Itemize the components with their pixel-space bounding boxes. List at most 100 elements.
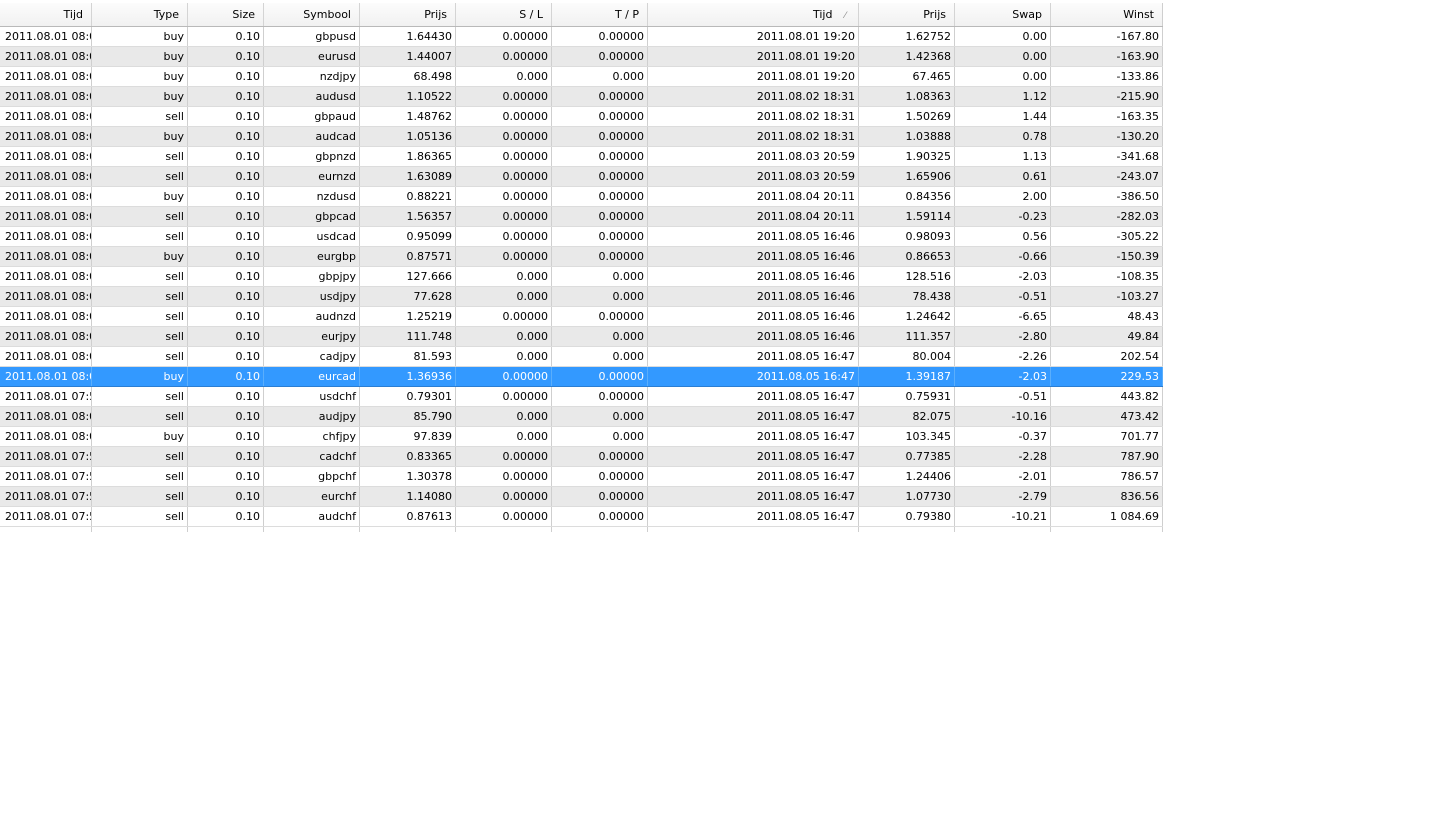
cell-profit: 1 084.69 [1051,507,1163,526]
column-header-take-profit[interactable]: T / P [552,3,648,26]
cell-close-price: 80.004 [859,347,955,366]
table-row[interactable]: 2011.08.01 08:04buy0.10eurgbp0.875710.00… [0,247,1163,267]
cell-size: 0.10 [188,67,264,86]
cell-stop-loss: 0.00000 [456,187,552,206]
table-row[interactable]: 2011.08.01 08:00buy0.10nzdusd0.882210.00… [0,187,1163,207]
cell-open-time: 2011.08.01 08:00 [0,187,92,206]
cell-close-price: 1.62752 [859,27,955,46]
table-row[interactable]: 2011.08.01 07:59sell0.10cadchf0.833650.0… [0,447,1163,467]
column-header-open-price[interactable]: Prijs [360,3,456,26]
table-row[interactable]: 2011.08.01 08:05buy0.10eurcad1.369360.00… [0,367,1163,387]
cell-take-profit: 0.00000 [552,167,648,186]
column-header-close-time[interactable]: Tijd ⁄ [648,3,859,26]
column-header-stop-loss[interactable]: S / L [456,3,552,26]
cell-symbol: eurnzd [264,167,360,186]
cell-open-price: 68.498 [360,67,456,86]
cell-open-time: 2011.08.01 08:00 [0,307,92,326]
table-cell [360,527,456,532]
cell-swap: 0.56 [955,227,1051,246]
column-header-open-time[interactable]: Tijd [0,3,92,26]
cell-stop-loss: 0.00000 [456,207,552,226]
cell-size: 0.10 [188,247,264,266]
column-header-symbol[interactable]: Symbool [264,3,360,26]
table-row[interactable]: 2011.08.01 08:01sell0.10usdjpy77.6280.00… [0,287,1163,307]
cell-symbol: audjpy [264,407,360,426]
table-header: Tijd Type Size Symbool Prijs S / L T / P… [0,3,1163,27]
cell-type: buy [92,367,188,386]
cell-close-price: 1.65906 [859,167,955,186]
table-cell [1051,527,1163,532]
table-row[interactable]: 2011.08.01 08:03buy0.10audusd1.105220.00… [0,87,1163,107]
cell-take-profit: 0.00000 [552,307,648,326]
cell-close-time: 2011.08.05 16:46 [648,287,859,306]
table-row[interactable]: 2011.08.01 07:59sell0.10usdchf0.793010.0… [0,387,1163,407]
table-row[interactable]: 2011.08.01 08:04buy0.10eurusd1.440070.00… [0,47,1163,67]
cell-profit: -163.35 [1051,107,1163,126]
cell-profit: -133.86 [1051,67,1163,86]
cell-profit: 229.53 [1051,367,1163,386]
table-row[interactable]: 2011.08.01 08:04sell0.10gbpaud1.487620.0… [0,107,1163,127]
cell-type: sell [92,387,188,406]
cell-profit: -103.27 [1051,287,1163,306]
cell-stop-loss: 0.00000 [456,87,552,106]
cell-take-profit: 0.00000 [552,27,648,46]
table-row[interactable]: 2011.08.01 08:00sell0.10eurnzd1.630890.0… [0,167,1163,187]
cell-size: 0.10 [188,267,264,286]
cell-stop-loss: 0.000 [456,327,552,346]
cell-swap: 0.61 [955,167,1051,186]
cell-profit: 701.77 [1051,427,1163,446]
cell-size: 0.10 [188,427,264,446]
cell-type: sell [92,287,188,306]
cell-swap: -0.51 [955,387,1051,406]
cell-open-time: 2011.08.01 08:00 [0,67,92,86]
table-row[interactable]: 2011.08.01 07:59sell0.10eurchf1.140800.0… [0,487,1163,507]
cell-close-time: 2011.08.03 20:59 [648,147,859,166]
column-header-close-time-label: Tijd [813,8,833,21]
cell-close-price: 78.438 [859,287,955,306]
cell-symbol: eurcad [264,367,360,386]
table-row[interactable]: 2011.08.01 08:02sell0.10eurjpy111.7480.0… [0,327,1163,347]
cell-size: 0.10 [188,207,264,226]
cell-open-price: 1.25219 [360,307,456,326]
cell-open-price: 85.790 [360,407,456,426]
cell-symbol: usdchf [264,387,360,406]
cell-open-price: 0.95099 [360,227,456,246]
table-row[interactable]: 2011.08.01 08:00buy0.10nzdjpy68.4980.000… [0,67,1163,87]
table-row[interactable]: 2011.08.01 08:01sell0.10gbpnzd1.863650.0… [0,147,1163,167]
cell-open-price: 0.83365 [360,447,456,466]
cell-close-time: 2011.08.02 18:31 [648,87,859,106]
cell-profit: -282.03 [1051,207,1163,226]
column-header-swap[interactable]: Swap [955,3,1051,26]
cell-close-price: 0.84356 [859,187,955,206]
column-header-profit[interactable]: Winst [1051,3,1163,26]
table-row[interactable]: 2011.08.01 08:03buy0.10chfjpy97.8390.000… [0,427,1163,447]
table-row[interactable]: 2011.08.01 07:59sell0.10gbpchf1.303780.0… [0,467,1163,487]
table-row[interactable]: 2011.08.01 08:02sell0.10audjpy85.7900.00… [0,407,1163,427]
table-body: 2011.08.01 08:05buy0.10gbpusd1.644300.00… [0,27,1163,527]
cell-symbol: eurjpy [264,327,360,346]
table-row[interactable]: 2011.08.01 08:02sell0.10cadjpy81.5930.00… [0,347,1163,367]
cell-close-time: 2011.08.01 19:20 [648,27,859,46]
table-row[interactable]: 2011.08.01 08:00sell0.10audnzd1.252190.0… [0,307,1163,327]
column-header-close-price[interactable]: Prijs [859,3,955,26]
cell-stop-loss: 0.00000 [456,447,552,466]
cell-take-profit: 0.00000 [552,127,648,146]
cell-type: sell [92,307,188,326]
cell-swap: 1.12 [955,87,1051,106]
column-header-type[interactable]: Type [92,3,188,26]
cell-type: buy [92,47,188,66]
column-header-size[interactable]: Size [188,3,264,26]
table-row[interactable]: 2011.08.01 08:03buy0.10audcad1.051360.00… [0,127,1163,147]
table-row[interactable]: 2011.08.01 08:05buy0.10gbpusd1.644300.00… [0,27,1163,47]
cell-type: sell [92,167,188,186]
table-row-partial [0,527,1163,532]
cell-open-price: 127.666 [360,267,456,286]
table-row[interactable]: 2011.08.01 08:02sell0.10gbpjpy127.6660.0… [0,267,1163,287]
cell-size: 0.10 [188,287,264,306]
table-row[interactable]: 2011.08.01 08:05sell0.10usdcad0.950990.0… [0,227,1163,247]
cell-stop-loss: 0.00000 [456,467,552,486]
cell-take-profit: 0.00000 [552,87,648,106]
table-row[interactable]: 2011.08.01 08:05sell0.10gbpcad1.563570.0… [0,207,1163,227]
cell-type: buy [92,247,188,266]
table-row[interactable]: 2011.08.01 07:59sell0.10audchf0.876130.0… [0,507,1163,527]
